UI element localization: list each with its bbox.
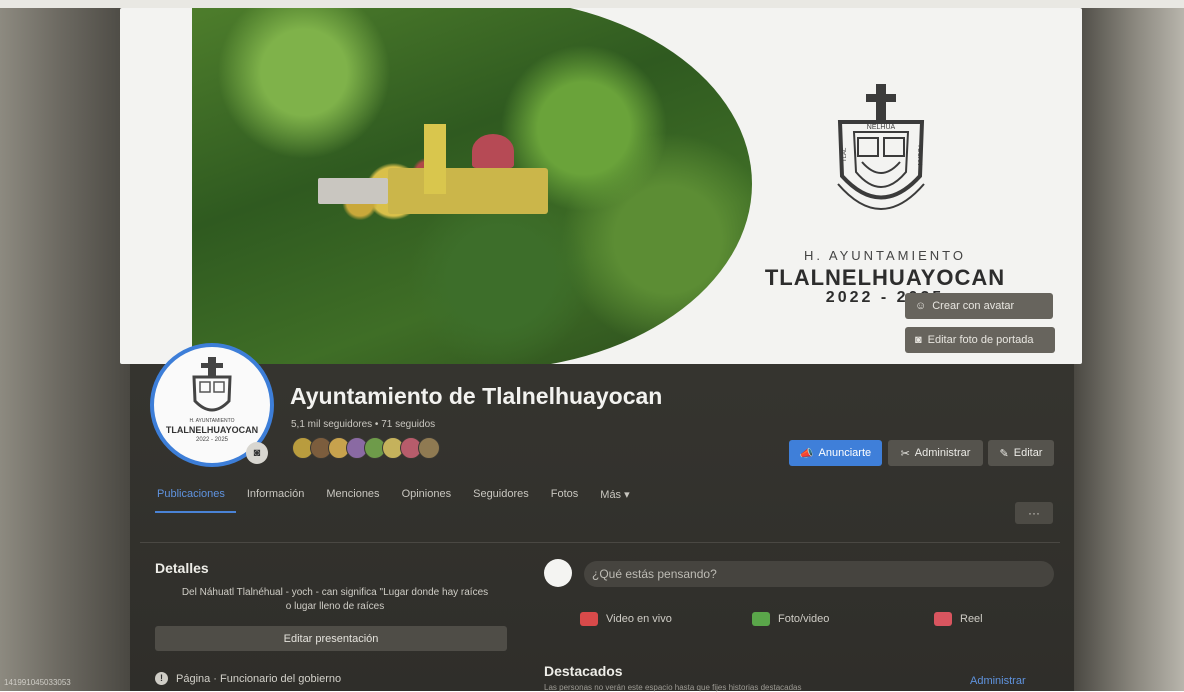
manage-label: Administrar: [914, 447, 971, 459]
tab-menciones[interactable]: Menciones: [315, 477, 390, 511]
more-options-button[interactable]: ···: [1015, 502, 1053, 524]
featured-title: Destacados: [544, 663, 623, 679]
avatar-face-icon: ☺: [915, 300, 927, 312]
details-desc-line2: o lugar lleno de raíces: [285, 601, 385, 612]
cover-city-small: H. AYUNTAMIENTO: [803, 248, 966, 263]
edit-label: Editar: [1013, 447, 1043, 459]
advertise-button[interactable]: 📣 Anunciarte: [789, 440, 882, 466]
tab-mas[interactable]: Más ▾: [589, 477, 640, 511]
right-glare: [1074, 0, 1184, 691]
camera-icon: ◙: [915, 334, 922, 346]
avatar-line1: H. AYUNTAMIENTO: [189, 418, 234, 424]
edit-button[interactable]: ✎ Editar: [988, 440, 1054, 466]
advertise-label: Anunciarte: [818, 447, 872, 459]
followers-count[interactable]: 5,1 mil seguidores • 71 seguidos: [291, 419, 435, 430]
featured-manage-link[interactable]: Administrar: [970, 675, 1026, 687]
avatar-line2: TLALNELHUAYOCAN: [166, 425, 258, 435]
composer-input[interactable]: ¿Qué estás pensando?: [584, 561, 1054, 587]
tab-informacion[interactable]: Información: [236, 477, 315, 511]
manage-button[interactable]: ✂ Administrar: [888, 440, 983, 466]
composer-avatar: [544, 559, 572, 587]
live-video-button[interactable]: Video en vivo: [580, 612, 672, 626]
edit-intro-button[interactable]: Editar presentación: [155, 626, 507, 651]
left-glare: [0, 0, 130, 691]
follower-avatars[interactable]: [292, 437, 440, 459]
seal-left-text: TLAL: [842, 147, 848, 162]
info-icon: !: [155, 672, 168, 685]
cover-house: [318, 178, 388, 204]
edit-cover-label: Editar foto de portada: [927, 334, 1034, 346]
reel-label: Reel: [960, 613, 983, 625]
avatar-line3: 2022 - 2025: [196, 437, 229, 443]
live-video-label: Video en vivo: [606, 613, 672, 625]
create-avatar-label: Crear con avatar: [932, 300, 1015, 312]
photo-video-button[interactable]: Foto/video: [752, 612, 829, 626]
details-description: Del Náhuatl Tlalnéhual - yoch - can sign…: [155, 586, 515, 614]
side-id: 141991045033053: [4, 678, 71, 687]
details-title: Detalles: [155, 560, 209, 576]
photo-video-icon: [752, 612, 770, 626]
avatar-camera-icon[interactable]: ◙: [246, 442, 268, 464]
photo-video-label: Foto/video: [778, 613, 830, 625]
follower-avatar[interactable]: [418, 437, 440, 459]
tabs-divider: [140, 542, 1060, 543]
tab-publicaciones[interactable]: Publicaciones: [155, 477, 236, 513]
page-category-label: Página · Funcionario del gobierno: [176, 672, 342, 685]
cover-church-body: [388, 168, 548, 214]
create-avatar-button[interactable]: ☺ Crear con avatar: [905, 293, 1053, 319]
page-title: Ayuntamiento de Tlalnelhuayocan: [290, 383, 663, 409]
edit-cover-button[interactable]: ◙ Editar foto de portada: [905, 327, 1055, 353]
seal-top-text: NELHUA: [867, 124, 896, 131]
page-category: ! Página · Funcionario del gobierno: [155, 672, 341, 685]
top-strip: [0, 0, 1184, 8]
cover-church-dome: [472, 134, 514, 168]
megaphone-icon: 📣: [799, 447, 814, 460]
reel-button[interactable]: Reel: [934, 612, 983, 626]
municipal-seal-icon: NELHUA TLAL YOCAN: [837, 84, 925, 210]
tools-icon: ✂: [900, 447, 910, 460]
cover-city-name: TLALNELHUAYOCAN: [764, 265, 1006, 290]
details-desc-line1: Del Náhuatl Tlalnéhual - yoch - can sign…: [181, 587, 489, 598]
tab-opiniones[interactable]: Opiniones: [391, 477, 463, 511]
cover-landscape-photo: [192, 8, 752, 364]
live-video-icon: [580, 612, 598, 626]
tab-fotos[interactable]: Fotos: [540, 477, 590, 511]
tab-seguidores[interactable]: Seguidores: [462, 477, 540, 511]
cover-church-tower: [424, 124, 446, 194]
page-tabs: Publicaciones Información Menciones Opin…: [155, 477, 641, 513]
pencil-icon: ✎: [999, 447, 1009, 460]
reel-icon: [934, 612, 952, 626]
seal-right-text: YOCAN: [916, 144, 922, 165]
